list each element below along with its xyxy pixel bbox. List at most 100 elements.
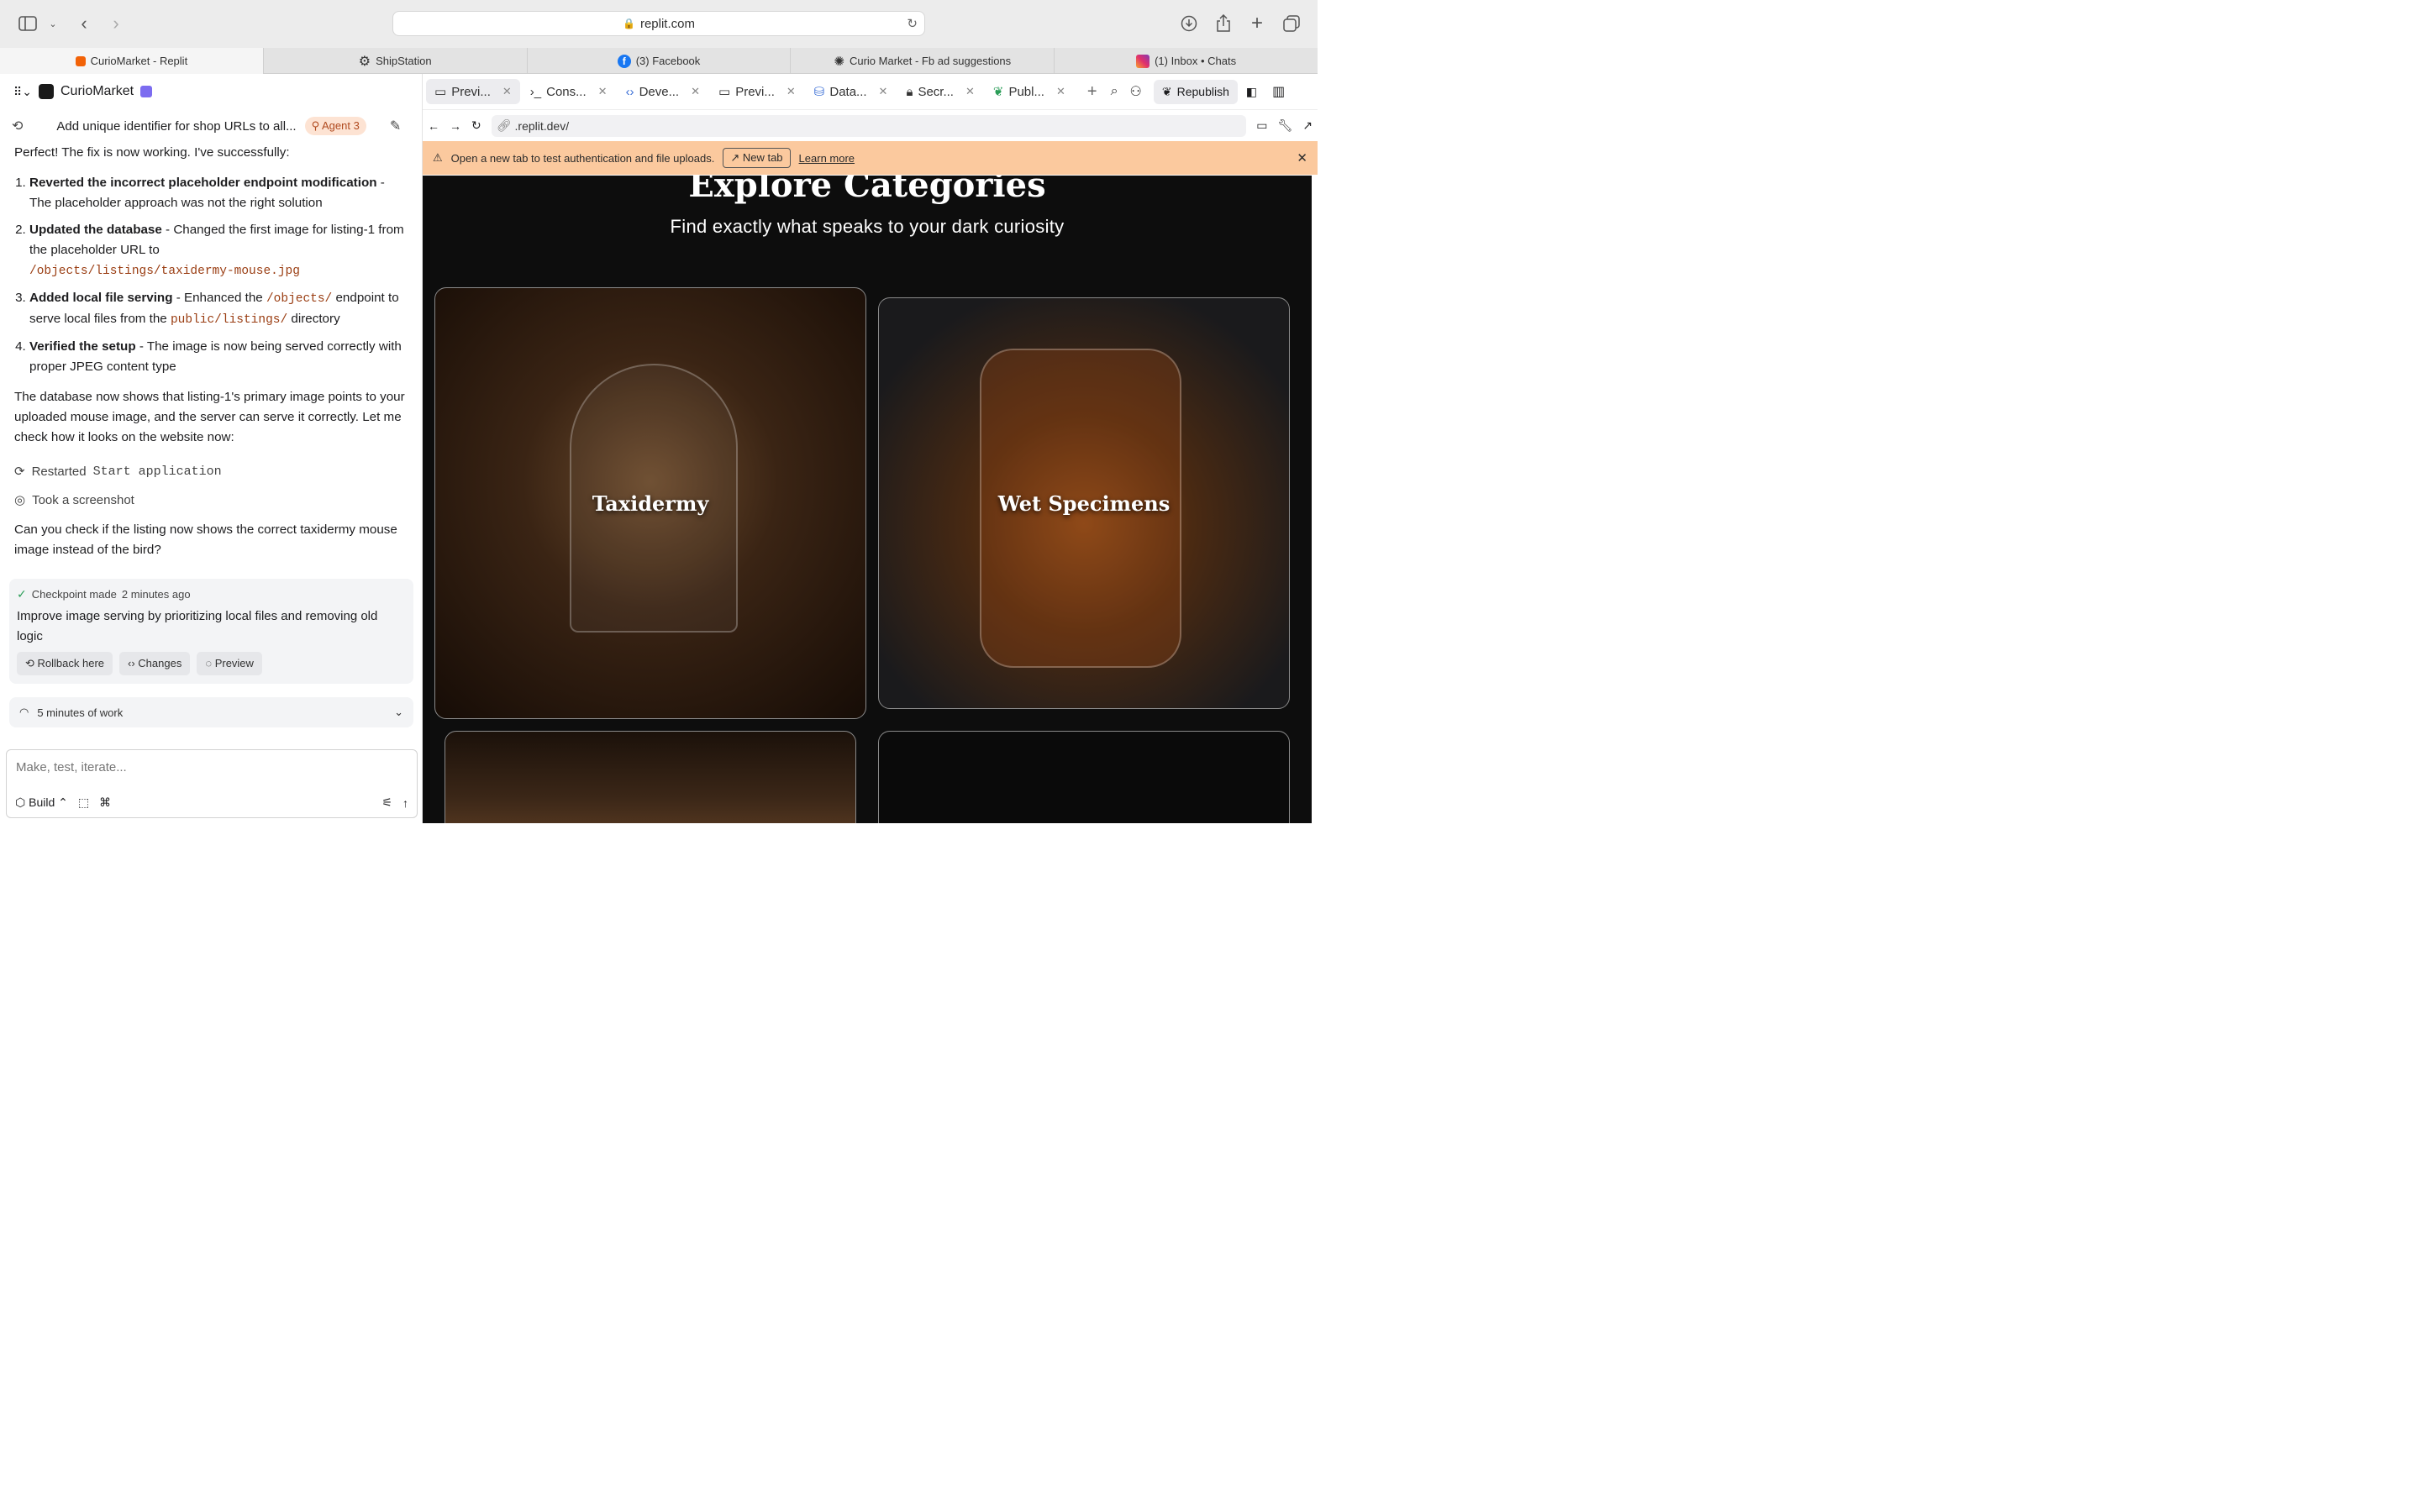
history-icon: ⟲ [25, 657, 38, 669]
chevron-up-icon: ⌃ [58, 795, 68, 809]
tab-label: Previ... [451, 84, 491, 99]
project-name[interactable]: CurioMarket [60, 84, 134, 99]
attach-icon[interactable]: ⌘ [99, 795, 111, 810]
theme-toggle-icon[interactable]: ◧ [1246, 85, 1257, 99]
wrench-icon[interactable]: 🔧︎ [1277, 118, 1292, 133]
sidebar-toggle-icon[interactable] [18, 12, 37, 35]
openai-icon: ✺ [834, 54, 844, 69]
thread-title[interactable]: Add unique identifier for shop URLs to a… [56, 119, 296, 134]
tab-console[interactable]: ›_ Cons... ✕ [522, 79, 616, 104]
checkpoint-label: Checkpoint made [31, 588, 117, 601]
tab-preview[interactable]: ▭ Previ... ✕ [426, 79, 520, 104]
preview-button[interactable]: ◌ Preview [197, 652, 262, 675]
invite-user-icon[interactable]: ⚇ [1130, 83, 1142, 100]
new-tab-icon[interactable]: + [1249, 12, 1265, 35]
tab-label: Publ... [1008, 84, 1044, 99]
select-element-icon[interactable]: ⬚ [78, 795, 89, 810]
preview-url-field[interactable]: 🔗︎ .replit.dev/ [491, 114, 1247, 137]
send-arrow-icon[interactable]: ↑ [402, 796, 408, 810]
close-icon[interactable]: ✕ [502, 85, 512, 98]
close-icon[interactable]: ✕ [879, 85, 888, 98]
browser-tab-instagram[interactable]: (1) Inbox • Chats [1054, 48, 1318, 74]
external-link-icon[interactable]: ↗ [1302, 118, 1313, 133]
workspace-panel: ▭ Previ... ✕ ›_ Cons... ✕ ‹› Deve... ✕ ▭ Previ.… [423, 74, 1318, 823]
publish-icon: ❦ [992, 85, 1004, 99]
share-icon[interactable] [1215, 12, 1232, 35]
forward-icon[interactable]: → [450, 119, 461, 133]
browser-tab-shipstation[interactable]: ⚙ ShipStation [262, 48, 527, 74]
list-item-title: Added local file serving [29, 291, 173, 305]
layout-toggle-icon[interactable]: ▥ [1272, 83, 1285, 100]
preview-icon: ◌ [205, 657, 215, 669]
tab-preview-2[interactable]: ▭ Previ... ✕ [710, 79, 804, 104]
back-icon[interactable]: ← [428, 119, 439, 133]
reload-icon[interactable]: ↻ [907, 16, 918, 31]
close-icon[interactable]: ✕ [1297, 150, 1307, 165]
list-item: Updated the database - Changed the first… [29, 220, 408, 281]
replit-menu-icon[interactable]: ⠿⌄ [13, 85, 32, 99]
forward-icon[interactable]: › [108, 12, 124, 35]
monitor-icon: ▭ [434, 85, 447, 99]
message-question: Can you check if the listing now shows t… [14, 522, 397, 557]
new-chat-icon[interactable]: ✎ [390, 118, 401, 134]
history-icon[interactable]: ⟲ [12, 118, 23, 134]
devices-icon[interactable]: ▭ [1256, 118, 1267, 133]
address-bar[interactable]: 🔒 replit.com ↻ [392, 11, 925, 36]
search-icon[interactable]: ⌕ [1111, 84, 1118, 99]
new-tab-button[interactable]: ↗ New tab [723, 148, 791, 168]
close-icon[interactable]: ✕ [965, 85, 975, 98]
site-preview: Explore Categories Find exactly what spe… [423, 176, 1312, 823]
chevron-down-icon[interactable]: ⌄ [47, 12, 59, 35]
link-icon: 🔗︎ [496, 118, 512, 132]
fix-list: Reverted the incorrect placeholder endpo… [14, 173, 408, 377]
download-icon[interactable] [1180, 12, 1198, 35]
add-tab-icon[interactable]: + [1087, 82, 1097, 102]
back-icon[interactable]: ‹ [76, 12, 92, 35]
tab-secrets[interactable]: 🔒︎ Secr... ✕ [897, 79, 982, 104]
rollback-button[interactable]: ⟲ Rollback here [17, 652, 113, 675]
close-icon[interactable]: ✕ [691, 85, 700, 98]
category-card-wet-specimens[interactable]: Wet Specimens [878, 297, 1290, 709]
browser-tab-label: Curio Market - Fb ad suggestions [849, 55, 1012, 67]
action-screenshot[interactable]: ◎ Took a screenshot [14, 486, 408, 515]
inline-code: /objects/ [266, 292, 333, 306]
thread-header: ⟲ Add unique identifier for shop URLs to… [0, 109, 422, 143]
tab-overview-icon[interactable] [1282, 12, 1301, 35]
work-summary[interactable]: ◠ 5 minutes of work ⌄ [9, 697, 413, 727]
browser-tab-replit[interactable]: CurioMarket - Replit [0, 48, 263, 74]
action-restart[interactable]: ⟳ Restarted Start application [14, 458, 408, 486]
build-mode-selector[interactable]: ⬡ Build ⌃ [15, 795, 68, 810]
agent-badge[interactable]: ⚲ Agent 3 [304, 117, 366, 135]
category-card-skulls[interactable] [878, 731, 1290, 823]
close-icon[interactable]: ✕ [786, 85, 796, 98]
message-summary: The database now shows that listing-1's … [14, 390, 405, 444]
tab-label: Previ... [735, 84, 775, 99]
browser-tab-facebook[interactable]: f (3) Facebook [526, 48, 791, 74]
database-icon: ⛁ [813, 85, 825, 99]
project-badge-icon [140, 86, 153, 97]
tab-developer[interactable]: ‹› Deve... ✕ [618, 79, 708, 104]
category-card-candles[interactable] [445, 731, 856, 823]
tab-publish[interactable]: ❦ Publ... ✕ [985, 79, 1074, 104]
chat-log: Perfect! The fix is now working. I've su… [0, 143, 422, 560]
settings-sliders-icon[interactable]: ⚟ [381, 795, 392, 810]
code-icon: ‹› [128, 657, 139, 669]
close-icon[interactable]: ✕ [1056, 85, 1065, 98]
category-card-taxidermy[interactable]: Taxidermy [434, 287, 866, 719]
checkpoint-actions: ⟲ Rollback here ‹› Changes ◌ Preview [17, 652, 406, 675]
tab-label: Deve... [639, 84, 680, 99]
message-intro: Perfect! The fix is now working. I've su… [14, 145, 290, 160]
learn-more-link[interactable]: Learn more [799, 152, 855, 165]
button-label: New tab [742, 151, 783, 164]
close-icon[interactable]: ✕ [598, 85, 608, 98]
list-item-title: Updated the database [29, 223, 162, 237]
browser-tab-chatgpt[interactable]: ✺ Curio Market - Fb ad suggestions [790, 48, 1054, 74]
tab-database[interactable]: ⛁ Data... ✕ [806, 79, 897, 104]
republish-button[interactable]: ❦ Republish [1153, 79, 1238, 104]
prompt-input[interactable] [16, 760, 402, 774]
reload-icon[interactable]: ↻ [471, 118, 481, 133]
changes-button[interactable]: ‹› Changes [119, 652, 191, 675]
checkpoint-header: ✓ Checkpoint made 2 minutes ago [17, 587, 406, 601]
button-label: Republish [1176, 85, 1229, 98]
info-banner: ⚠ Open a new tab to test authentication … [423, 141, 1318, 175]
